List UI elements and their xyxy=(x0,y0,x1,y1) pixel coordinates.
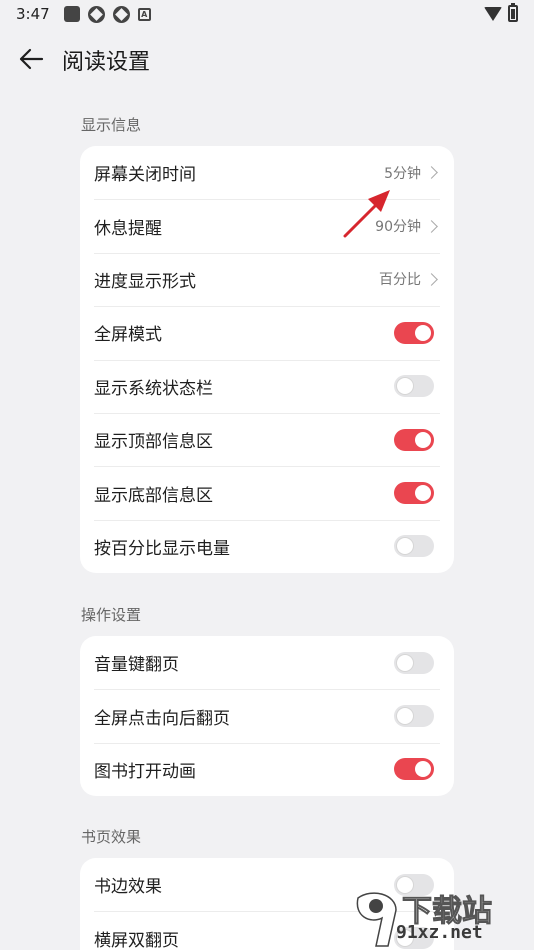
setting-value: 百分比 xyxy=(379,272,421,289)
chevron-right-icon xyxy=(425,273,438,286)
sync-icon-2 xyxy=(112,5,130,23)
setting-value: 90分钟 xyxy=(375,219,421,236)
toggle-knob xyxy=(415,431,431,448)
volume-key-toggle[interactable] xyxy=(394,651,434,674)
setting-label: 显示底部信息区 xyxy=(94,485,213,506)
site-watermark: 下载站 91xz.net xyxy=(350,884,530,950)
setting-label: 按百分比显示电量 xyxy=(94,538,230,559)
top-info-toggle[interactable] xyxy=(394,428,434,451)
watermark-text-bottom: 91xz.net xyxy=(396,922,483,943)
battery-icon xyxy=(508,3,518,22)
setting-label: 书边效果 xyxy=(94,877,162,898)
battery-percent-toggle[interactable] xyxy=(394,535,434,558)
status-system-icons xyxy=(484,3,518,22)
operation-settings-card: 音量键翻页 全屏点击向后翻页 图书打开动画 xyxy=(80,636,454,797)
setting-row-system-statusbar: 显示系统状态栏 xyxy=(80,359,454,413)
setting-label: 进度显示形式 xyxy=(94,271,196,292)
setting-label: 休息提醒 xyxy=(94,218,162,239)
status-notification-icons: A xyxy=(63,5,151,23)
status-time: 3:47 xyxy=(16,5,50,23)
setting-row-rest-reminder[interactable]: 休息提醒 90分钟 xyxy=(80,199,454,252)
toggle-knob xyxy=(397,538,413,555)
status-bar: 3:47 A xyxy=(0,0,534,28)
setting-label: 全屏模式 xyxy=(94,325,162,346)
toggle-knob xyxy=(397,708,413,725)
back-arrow-icon[interactable] xyxy=(18,47,44,71)
setting-label: 显示系统状态栏 xyxy=(94,378,213,399)
section-label-display: 显示信息 xyxy=(81,116,142,134)
setting-row-screen-off[interactable]: 屏幕关闭时间 5分钟 xyxy=(80,146,454,199)
app-notification-icon xyxy=(63,6,80,22)
section-label-operation: 操作设置 xyxy=(81,606,142,624)
toggle-knob xyxy=(415,324,431,341)
fullscreen-toggle[interactable] xyxy=(394,321,434,344)
bottom-info-toggle[interactable] xyxy=(394,482,434,505)
setting-row-progress-format[interactable]: 进度显示形式 百分比 xyxy=(80,252,454,306)
section-label-page-effect: 书页效果 xyxy=(81,828,142,846)
sync-icon xyxy=(87,5,105,23)
toggle-knob xyxy=(415,485,431,502)
system-statusbar-toggle[interactable] xyxy=(394,375,434,398)
a-badge-icon: A xyxy=(137,7,151,21)
app-header: 阅读设置 xyxy=(0,36,534,82)
setting-value: 5分钟 xyxy=(384,165,421,182)
setting-label: 音量键翻页 xyxy=(94,655,179,676)
tap-next-toggle[interactable] xyxy=(394,705,434,728)
setting-label: 屏幕关闭时间 xyxy=(94,165,196,186)
setting-row-volume-key: 音量键翻页 xyxy=(80,636,454,689)
setting-label: 横屏双翻页 xyxy=(94,930,179,950)
chevron-right-icon xyxy=(425,166,438,180)
toggle-knob xyxy=(397,654,413,671)
watermark-logo-icon xyxy=(356,892,397,947)
setting-row-bottom-info: 显示底部信息区 xyxy=(80,466,454,519)
toggle-knob xyxy=(415,761,431,778)
setting-label: 全屏点击向后翻页 xyxy=(94,708,230,729)
setting-row-battery-percent: 按百分比显示电量 xyxy=(80,519,454,573)
open-animation-toggle[interactable] xyxy=(394,758,434,781)
display-settings-card: 屏幕关闭时间 5分钟 休息提醒 90分钟 进度显示形式 百分比 全屏模式 显示系… xyxy=(80,146,454,574)
setting-label: 显示顶部信息区 xyxy=(94,432,213,453)
setting-row-fullscreen: 全屏模式 xyxy=(80,306,454,359)
wifi-icon xyxy=(484,6,502,21)
setting-row-top-info: 显示顶部信息区 xyxy=(80,412,454,466)
setting-row-tap-next: 全屏点击向后翻页 xyxy=(80,689,454,742)
toggle-knob xyxy=(397,378,413,395)
setting-label: 图书打开动画 xyxy=(94,761,196,782)
chevron-right-icon xyxy=(425,219,438,233)
setting-row-open-animation: 图书打开动画 xyxy=(80,742,454,796)
page-title: 阅读设置 xyxy=(62,50,151,75)
